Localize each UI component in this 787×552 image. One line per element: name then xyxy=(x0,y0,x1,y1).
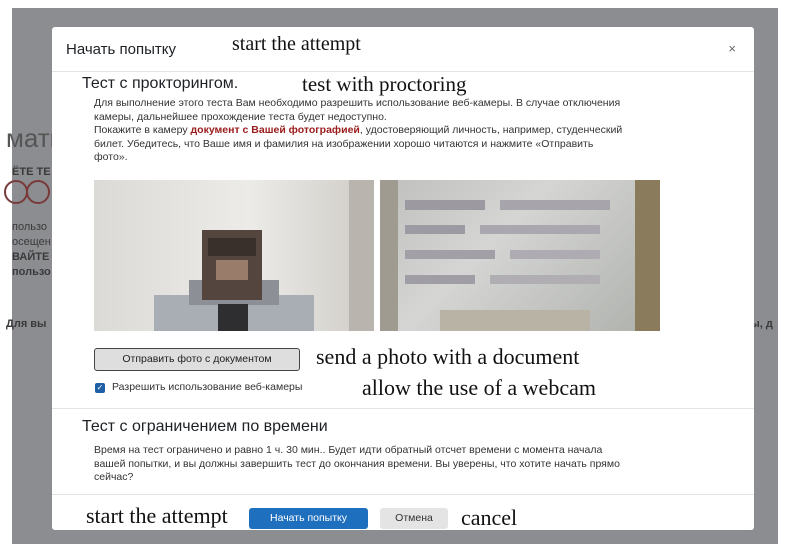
document-photo xyxy=(380,180,660,331)
bg-line: пользо xyxy=(12,221,48,233)
start-attempt-button[interactable]: Начать попытку xyxy=(249,508,368,529)
annotation-send-photo: send a photo with a document xyxy=(316,344,580,369)
text-line: фото». xyxy=(94,151,128,163)
webcam-preview xyxy=(94,180,374,331)
bg-line: ЁТЕ ТЕ xyxy=(12,166,51,178)
text-line: билет. Убедитесь, что Ваше имя и фамилия… xyxy=(94,137,594,150)
annotation-allow-webcam: allow the use of a webcam xyxy=(362,375,596,400)
time-limit-description: Время на тест ограничено и равно 1 ч. 30… xyxy=(94,444,744,485)
footer-divider xyxy=(52,494,754,495)
text-line: сейчас? xyxy=(94,471,134,483)
annotation-start-attempt-title: start the attempt xyxy=(232,33,361,55)
text-line: вашей попытки, и вы должны завершить тес… xyxy=(94,457,620,470)
annotation-start-attempt-bottom: start the attempt xyxy=(86,503,228,528)
proctoring-description: Для выполнение этого теста Вам необходим… xyxy=(94,97,744,165)
proctoring-title: Тест с прокторингом. xyxy=(82,75,239,92)
text-line: камеры, дальнейшее прохождение теста буд… xyxy=(94,110,387,123)
time-limit-title: Тест с ограничением по времени xyxy=(82,418,328,435)
section-divider xyxy=(52,408,754,409)
bg-left-text: Для вы xyxy=(6,318,47,330)
document-emphasis: документ с Вашей фотографией xyxy=(190,124,360,136)
bg-line: ВАЙТЕ xyxy=(12,251,50,263)
close-icon[interactable]: × xyxy=(728,41,736,56)
send-photo-button[interactable]: Отправить фото с документом xyxy=(94,348,300,371)
annotation-cancel: cancel xyxy=(461,505,518,530)
cancel-button[interactable]: Отмена xyxy=(380,508,448,529)
bg-block-icon xyxy=(4,180,28,204)
text-line: Время на тест ограничено и равно 1 ч. 30… xyxy=(94,444,603,456)
bg-line: осещен xyxy=(12,236,51,248)
text-line: Покажите в камеру документ с Вашей фотог… xyxy=(94,124,623,136)
annotation-proctoring: test with proctoring xyxy=(302,72,467,96)
webcam-checkbox[interactable]: ✓ xyxy=(95,383,105,393)
modal-title: Начать попытку xyxy=(66,41,176,58)
bg-line: пользо xyxy=(12,266,51,278)
modal-header: Начать попытку × xyxy=(52,27,754,72)
webcam-checkbox-label: Разрешить использование веб-камеры xyxy=(112,381,303,393)
bg-camera-block-icon xyxy=(26,180,50,204)
text-line: Для выполнение этого теста Вам необходим… xyxy=(94,97,621,109)
start-attempt-modal: Начать попытку × Тест с прокторингом. Дл… xyxy=(52,27,754,530)
